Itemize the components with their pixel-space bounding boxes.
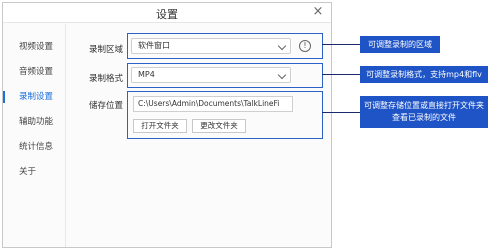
storage-path-input[interactable]: C:\Users\Admin\Documents\TalkLineFi — [133, 96, 293, 112]
sidebar-divider — [65, 24, 66, 247]
record-area-value: 软件窗口 — [138, 41, 170, 50]
record-format-select[interactable]: MP4 — [131, 67, 291, 83]
annotation-arrow-3 — [322, 112, 360, 113]
annotation-arrow-1 — [322, 44, 360, 45]
record-area-select[interactable]: 软件窗口 — [131, 38, 291, 54]
annotation-callout-1: 可调整录制的区域 — [360, 36, 440, 53]
annotation-arrow-2 — [322, 74, 360, 75]
sidebar-item-stats[interactable]: 统计信息 — [3, 138, 65, 156]
chevron-down-icon — [277, 41, 287, 51]
sidebar: 视频设置 音频设置 录制设置 辅助功能 统计信息 关于 — [3, 24, 65, 247]
close-icon[interactable]: × — [311, 5, 325, 19]
sidebar-item-assist[interactable]: 辅助功能 — [3, 113, 65, 131]
sidebar-item-about[interactable]: 关于 — [3, 163, 65, 181]
info-icon[interactable]: ! — [299, 40, 311, 52]
sidebar-item-video[interactable]: 视频设置 — [3, 38, 65, 56]
change-folder-button[interactable]: 更改文件夹 — [192, 119, 246, 133]
annotation-callout-2: 可调整录制格式，支持mp4和flv — [360, 66, 488, 83]
storage-label: 储存位置 — [89, 101, 124, 111]
chevron-down-icon — [277, 70, 287, 80]
window-title: 设置 — [156, 8, 178, 21]
record-format-label: 录制格式 — [89, 74, 124, 84]
open-folder-button[interactable]: 打开文件夹 — [133, 119, 187, 133]
sidebar-item-audio[interactable]: 音频设置 — [3, 63, 65, 81]
sidebar-item-recording[interactable]: 录制设置 — [3, 88, 65, 106]
screenshot-stage: 设置 × 视频设置 音频设置 录制设置 辅助功能 统计信息 关于 录制区域 软件… — [0, 0, 500, 250]
title-bar: 设置 × — [3, 3, 331, 23]
record-area-label: 录制区域 — [89, 45, 124, 55]
annotation-callout-3: 可调整存储位置或直接打开文件夹查看已录制的文件 — [360, 96, 488, 128]
settings-dialog: 设置 × 视频设置 音频设置 录制设置 辅助功能 统计信息 关于 录制区域 软件… — [2, 2, 332, 248]
record-format-value: MP4 — [138, 70, 155, 79]
